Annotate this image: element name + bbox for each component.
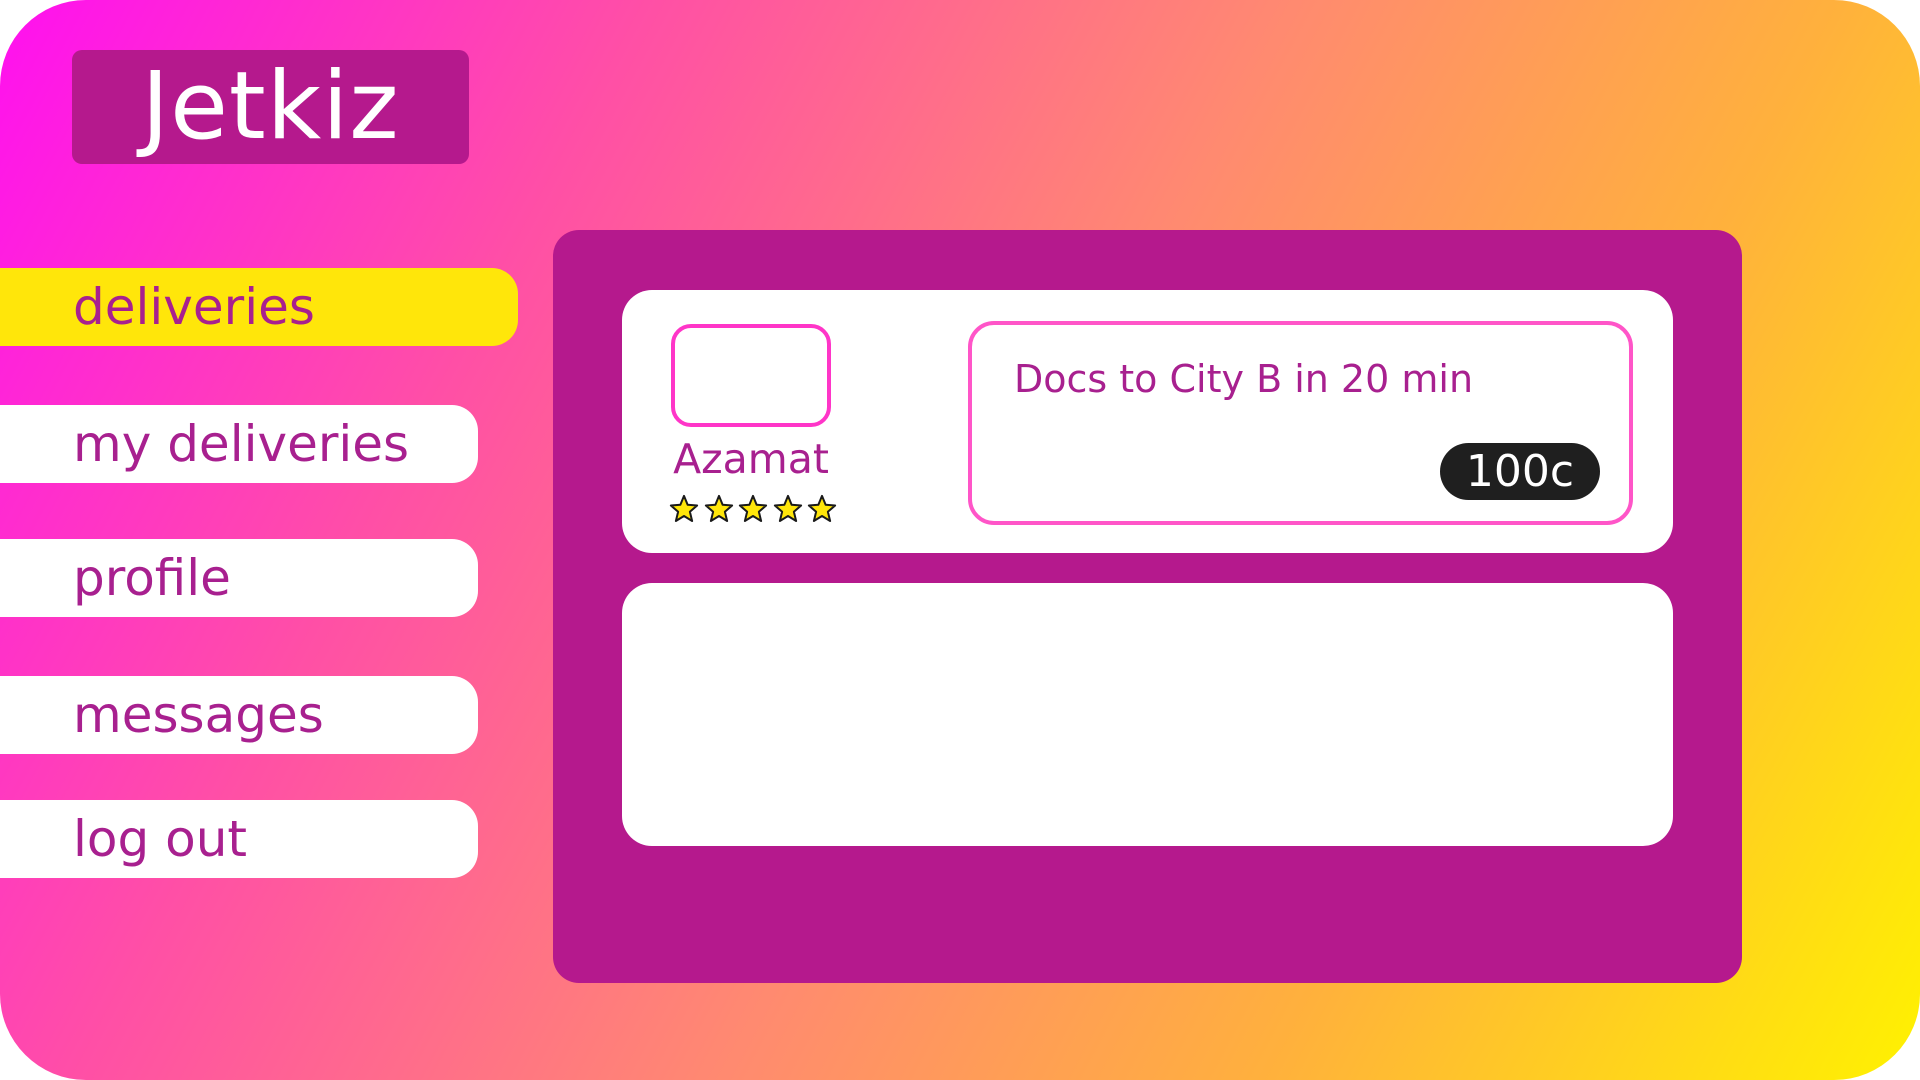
sidebar-item-my-deliveries[interactable]: my deliveries	[0, 405, 478, 483]
rating-stars	[669, 494, 837, 526]
brand-logo: Jetkiz	[72, 50, 469, 164]
sidebar-item-deliveries[interactable]: deliveries	[0, 268, 518, 346]
user-name: Azamat	[673, 435, 829, 483]
order-title: Docs to City B in 20 min	[1014, 357, 1474, 401]
price-badge: 100c	[1440, 443, 1600, 500]
delivery-card-empty	[622, 583, 1673, 846]
sidebar-item-profile[interactable]: profile	[0, 539, 478, 617]
sidebar-item-messages[interactable]: messages	[0, 676, 478, 754]
deliveries-panel: Azamat Docs to City B in 20 min 100c	[553, 230, 1742, 983]
order-details[interactable]: Docs to City B in 20 min 100c	[968, 321, 1633, 525]
sidebar-item-log-out[interactable]: log out	[0, 800, 478, 878]
delivery-card[interactable]: Azamat Docs to City B in 20 min 100c	[622, 290, 1673, 553]
app-window: Jetkiz deliveries my deliveries profile …	[0, 0, 1920, 1080]
star-icon	[738, 494, 768, 523]
star-icon	[669, 494, 699, 523]
star-icon	[704, 494, 733, 523]
star-icon	[773, 494, 802, 523]
star-icon	[807, 494, 837, 523]
avatar	[671, 324, 831, 427]
